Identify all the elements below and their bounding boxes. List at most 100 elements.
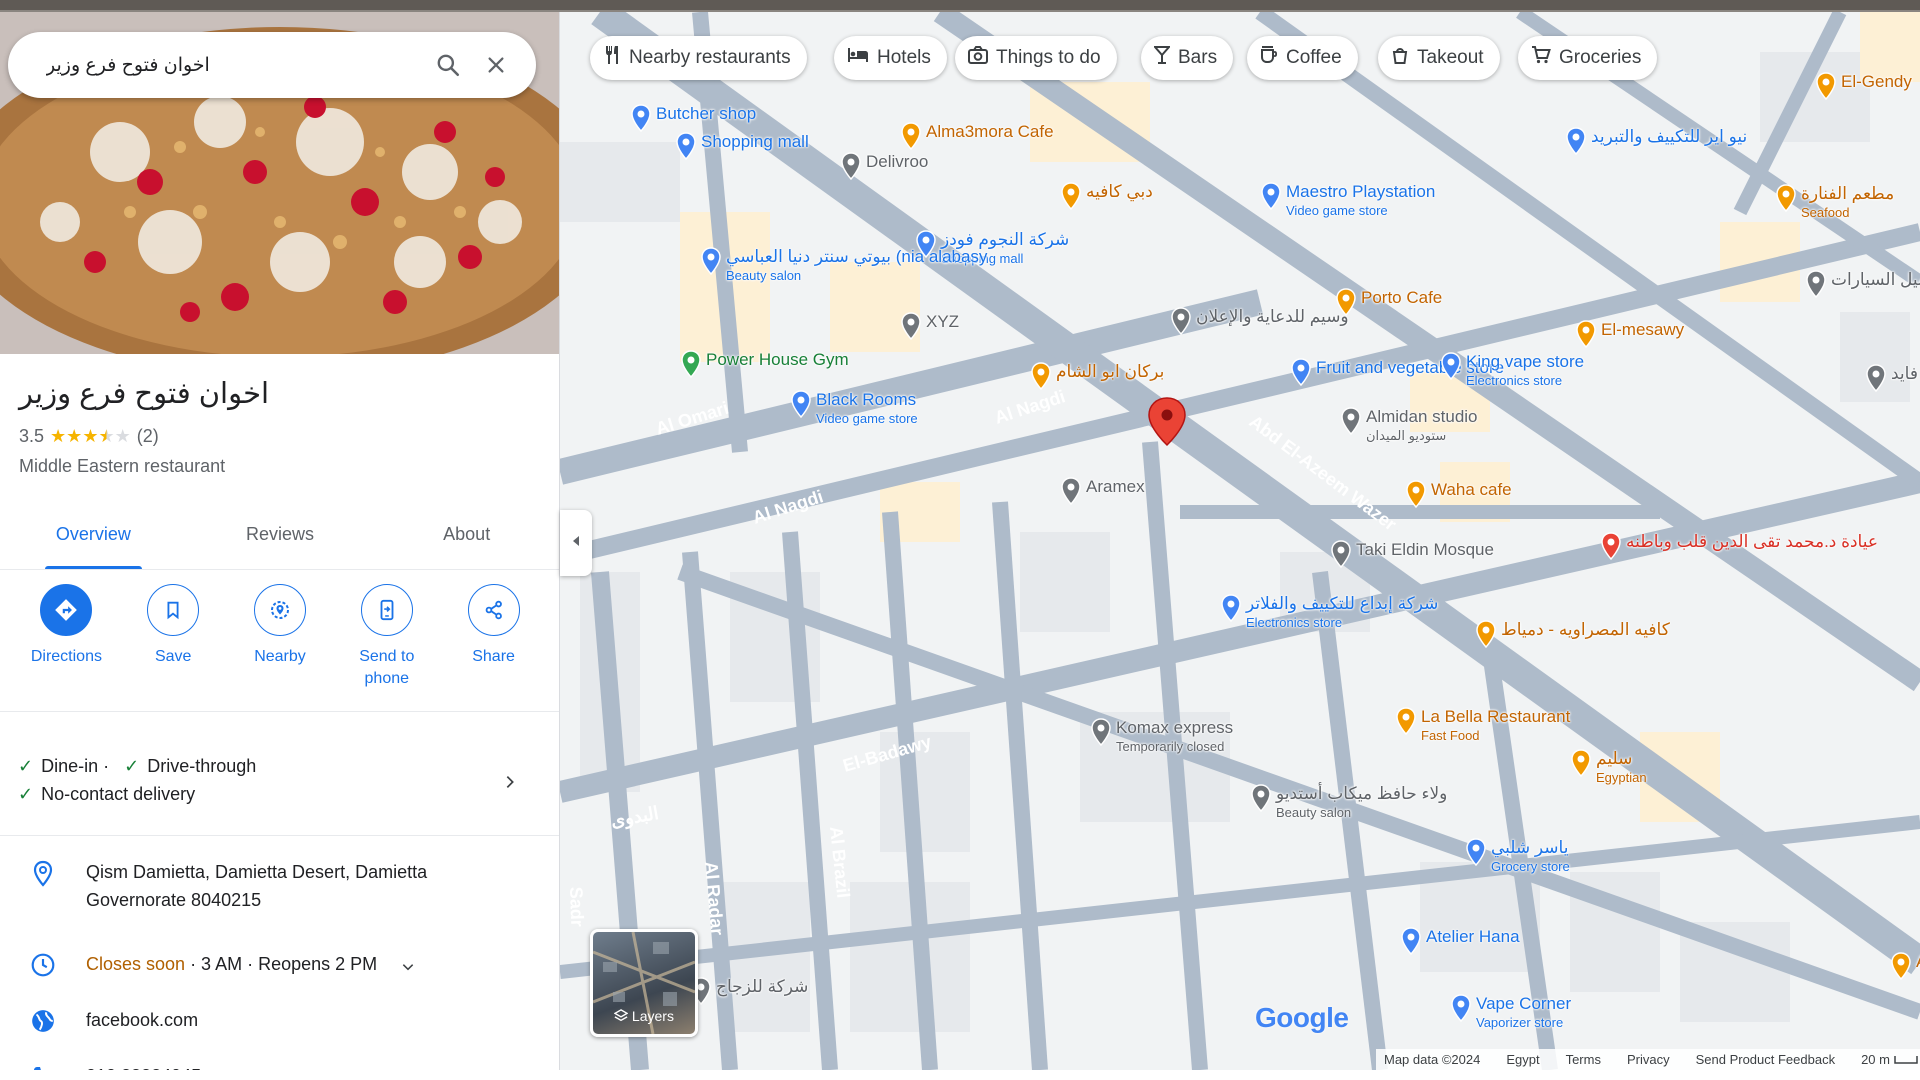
place-category[interactable]: Middle Eastern restaurant xyxy=(19,456,225,477)
layers-button[interactable]: Layers xyxy=(590,929,698,1037)
star-icon: ★ xyxy=(66,426,83,446)
poi-name: مطعم الفنارة xyxy=(1801,184,1895,203)
search-input[interactable] xyxy=(46,54,420,76)
poi-marker-icon xyxy=(1340,407,1362,440)
chip-coffee[interactable]: Coffee xyxy=(1247,36,1358,80)
poi-subtitle: Electronics store xyxy=(1246,615,1343,630)
map-poi[interactable]: Power House Gym xyxy=(680,350,849,383)
close-icon[interactable] xyxy=(476,45,516,85)
map-poi[interactable]: شركة إبداع للتكييف والفلاتر Electronics s… xyxy=(1220,594,1438,632)
map-poi[interactable]: حمد فايد xyxy=(1865,364,1920,397)
map-poi[interactable]: XYZ xyxy=(900,312,959,345)
chip-takeout[interactable]: Takeout xyxy=(1378,36,1500,80)
map-poi[interactable]: لغسيل السيارات xyxy=(1805,270,1920,303)
map-poi[interactable]: بركان ابو الشام xyxy=(1030,362,1164,395)
map-poi[interactable]: Porto Cafe xyxy=(1335,288,1442,321)
poi-marker-icon xyxy=(900,312,922,345)
map-poi[interactable]: ولاء حافظ ميكاب أستديو Beauty salon xyxy=(1250,784,1447,822)
no-contact-delivery-label: No-contact delivery xyxy=(41,784,196,804)
service-options[interactable]: ✓ Dine-in · ✓ Drive-through ✓ No-contact de… xyxy=(0,730,559,836)
map-poi[interactable]: Delivroo xyxy=(840,152,928,185)
map-poi[interactable]: Taki Eldin Mosque xyxy=(1330,540,1494,573)
map-poi[interactable]: مطعم الفنارة Seafood xyxy=(1775,184,1894,222)
send-to-phone-label: Send to phone xyxy=(359,648,415,687)
shop-marker-icon xyxy=(700,247,722,280)
shop-marker-icon xyxy=(1260,182,1282,215)
chip-groceries[interactable]: Groceries xyxy=(1518,36,1658,80)
map-poi[interactable]: Almidan studio ستوديو الميدان xyxy=(1340,407,1478,445)
map-poi[interactable]: El-Gendy xyxy=(1815,72,1912,105)
place-photo[interactable] xyxy=(0,12,559,354)
check-icon: ✓ xyxy=(18,784,34,804)
map-poi[interactable]: Maestro Playstation Video game store xyxy=(1260,182,1435,220)
map-poi[interactable]: Vape Corner Vaporizer store xyxy=(1450,994,1571,1032)
chip-label: Nearby restaurants xyxy=(629,47,791,68)
hours-status: Closes soon xyxy=(86,954,186,974)
map-poi[interactable]: Atelier Hana xyxy=(1400,927,1520,960)
reviews-count[interactable]: (2) xyxy=(137,426,159,447)
chevron-right-icon[interactable] xyxy=(502,770,518,798)
region-link[interactable]: Egypt xyxy=(1506,1052,1539,1067)
map-poi-label: Butcher shop xyxy=(656,104,756,123)
gym-marker-icon xyxy=(680,350,702,383)
share-button[interactable]: Share xyxy=(440,584,547,711)
map-poi[interactable]: Aramex xyxy=(1060,477,1145,510)
privacy-link[interactable]: Privacy xyxy=(1627,1052,1670,1067)
shop-marker-icon xyxy=(1290,358,1312,391)
tab-reviews[interactable]: Reviews xyxy=(187,504,374,569)
scale-bar[interactable]: 20 m xyxy=(1861,1052,1918,1067)
map-poi[interactable]: كافيه المصراويه - دمياط xyxy=(1475,620,1670,653)
chevron-down-icon[interactable] xyxy=(401,950,415,982)
terms-link[interactable]: Terms xyxy=(1566,1052,1601,1067)
camera-icon xyxy=(968,46,988,70)
poi-name: كافيه المصراويه - دمياط xyxy=(1501,620,1670,639)
rating-row[interactable]: 3.5 ★★★★★ (2) xyxy=(19,426,159,447)
directions-button[interactable]: Directions xyxy=(13,584,120,711)
chip-nearby-restaurants[interactable]: Nearby restaurants xyxy=(590,36,807,80)
map-poi[interactable]: El-mesawy xyxy=(1575,320,1684,353)
map-poi[interactable]: Alma3mora Cafe xyxy=(900,122,1054,155)
map-poi[interactable]: Waha cafe xyxy=(1405,480,1512,513)
map-poi[interactable]: Shopping mall xyxy=(675,132,809,165)
map-canvas[interactable]: Al Omari Al Nagdi Al Nagdi Abd El-Azeem … xyxy=(560,12,1920,1070)
map-poi[interactable]: عيادة د.محمد تقى الدين قلب وباطنه xyxy=(1600,532,1878,565)
map-poi[interactable]: King vape store Electronics store xyxy=(1440,352,1584,390)
map-poi[interactable]: شركة للزجاج xyxy=(690,977,808,1010)
nearby-button[interactable]: Nearby xyxy=(227,584,334,711)
chip-hotels[interactable]: Hotels xyxy=(834,36,947,80)
search-icon[interactable] xyxy=(428,45,468,85)
star-icon: ★ xyxy=(82,426,99,446)
map-poi[interactable]: نيو اير للتكييف والتبريد xyxy=(1565,127,1747,160)
poi-name: بيوتي سنتر دنيا العباسي (nia alabasy xyxy=(726,247,988,266)
map-poi[interactable]: Komax express Temporarily closed xyxy=(1090,718,1233,756)
save-button[interactable]: Save xyxy=(120,584,227,711)
chip-bars[interactable]: Bars xyxy=(1141,36,1234,80)
chip-label: Takeout xyxy=(1417,47,1484,68)
hours-row[interactable]: Closes soon · 3 AM · Reopens 2 PM xyxy=(0,950,559,982)
poi-name: شركة للزجاج xyxy=(716,977,809,996)
tab-about[interactable]: About xyxy=(373,504,559,569)
map-poi[interactable]: سليم Egyptian xyxy=(1570,749,1647,787)
phone-send-icon xyxy=(360,584,413,636)
send-to-phone-button[interactable]: Send to phone xyxy=(333,584,440,711)
map-poi[interactable]: Black Rooms Video game store xyxy=(790,390,918,428)
map-poi[interactable]: دبي كافيه xyxy=(1060,182,1153,215)
map-poi[interactable]: ياسر شلبي Grocery store xyxy=(1465,838,1570,876)
website-link[interactable]: facebook.com xyxy=(86,1006,198,1034)
collapse-panel-button[interactable] xyxy=(560,510,592,576)
website-row[interactable]: facebook.com xyxy=(0,1006,559,1034)
map-poi[interactable]: وسيم للدعاية والإعلان xyxy=(1170,307,1349,340)
drive-through-label: Drive-through xyxy=(147,756,257,776)
tab-overview[interactable]: Overview xyxy=(0,504,187,569)
poi-marker-icon xyxy=(840,152,862,185)
map-poi-label: وسيم للدعاية والإعلان xyxy=(1196,307,1349,326)
address-row[interactable]: Qism Damietta, Damietta Desert, Damietta… xyxy=(0,858,559,914)
poi-subtitle: Video game store xyxy=(816,411,918,426)
feedback-link[interactable]: Send Product Feedback xyxy=(1696,1052,1835,1067)
map-poi[interactable]: Al-He Fishin xyxy=(1890,952,1920,985)
search-box[interactable] xyxy=(8,32,536,98)
chip-things-to-do[interactable]: Things to do xyxy=(955,36,1117,80)
map-poi[interactable]: La Bella Restaurant Fast Food xyxy=(1395,707,1570,745)
map-poi-label: XYZ xyxy=(926,312,959,331)
map-poi[interactable]: بيوتي سنتر دنيا العباسي (nia alabasy Beau… xyxy=(700,247,987,285)
